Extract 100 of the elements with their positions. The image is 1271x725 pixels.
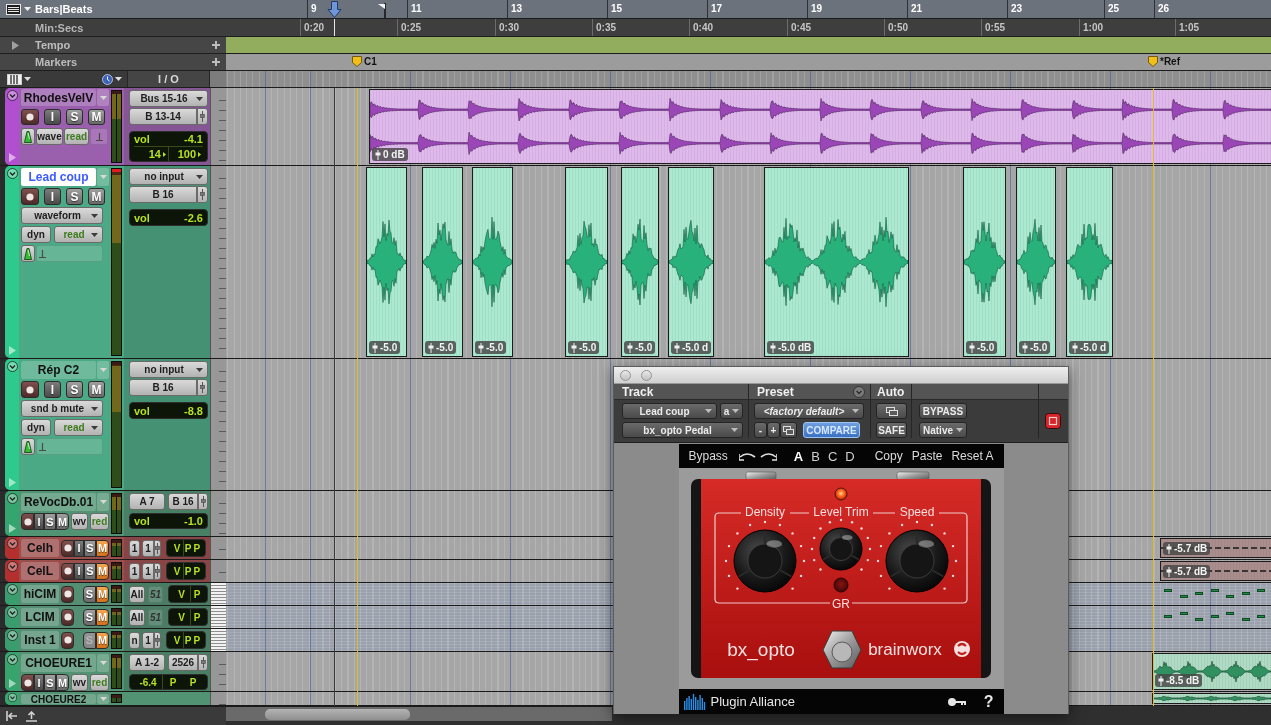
- chevron-circle-icon[interactable]: [6, 168, 18, 179]
- safe-button[interactable]: SAFE: [876, 422, 907, 438]
- mute-button[interactable]: M: [56, 674, 69, 691]
- input-dropdown[interactable]: no input: [129, 361, 208, 378]
- record-button[interactable]: [21, 674, 34, 691]
- audio-clip[interactable]: -5.0: [621, 167, 659, 357]
- metronome-button[interactable]: [21, 245, 35, 262]
- help-button[interactable]: ?: [983, 692, 994, 711]
- undo-icon[interactable]: [738, 451, 756, 461]
- toolbar-action[interactable]: Copy: [874, 449, 903, 463]
- solo-button[interactable]: S: [84, 562, 96, 580]
- arrow-up-icon[interactable]: [26, 710, 37, 722]
- track-name[interactable]: CHOEURE2: [21, 694, 96, 704]
- clip-gain-button[interactable]: -5.0 d: [671, 341, 712, 354]
- record-button[interactable]: [61, 539, 74, 557]
- clip-gain-button[interactable]: -5.7 dB: [1163, 542, 1211, 555]
- preset-menu-button[interactable]: Preset: [757, 384, 865, 399]
- audio-clip[interactable]: -5.0: [366, 167, 407, 357]
- audio-clip[interactable]: 0 dB: [369, 89, 1271, 164]
- record-button[interactable]: [61, 631, 74, 649]
- mute-button[interactable]: M: [88, 109, 105, 125]
- audio-clip[interactable]: -5.0 d: [1066, 167, 1113, 357]
- track-name[interactable]: CHOEURE1: [21, 654, 96, 672]
- knob[interactable]: [876, 520, 957, 593]
- input-dropdown[interactable]: Bus 15-16: [129, 90, 208, 107]
- solo-button[interactable]: S: [44, 513, 56, 530]
- mute-button[interactable]: M: [88, 381, 105, 398]
- solo-button[interactable]: S: [44, 674, 56, 691]
- output-button[interactable]: B 16: [129, 186, 197, 203]
- output-button[interactable]: 51: [148, 585, 163, 603]
- marker-label[interactable]: *Ref: [1160, 56, 1180, 67]
- audio-clip[interactable]: -5.0: [472, 167, 513, 357]
- chevron-circle-icon[interactable]: [6, 630, 18, 641]
- dyn-button[interactable]: dyn: [21, 226, 51, 243]
- audio-clip[interactable]: -5.0: [1016, 167, 1056, 357]
- fader-button[interactable]: [197, 108, 208, 125]
- scrollbar[interactable]: [226, 706, 612, 721]
- clip-gain-button[interactable]: -5.0 d: [1069, 341, 1110, 354]
- knob[interactable]: [724, 520, 805, 593]
- input-button[interactable]: All: [129, 608, 145, 626]
- clip-gain-button[interactable]: -5.7 dB: [1163, 565, 1211, 578]
- input-button[interactable]: 1: [129, 562, 140, 580]
- solo-button[interactable]: S: [66, 109, 83, 125]
- clip-gain-button[interactable]: 0 dB: [372, 148, 408, 161]
- fader-button[interactable]: [154, 562, 161, 580]
- output-button[interactable]: 51: [148, 608, 163, 626]
- track-name[interactable]: CelL: [21, 562, 59, 580]
- output-button[interactable]: B 16: [168, 493, 198, 510]
- audio-clip[interactable]: -5.0: [565, 167, 608, 357]
- input-button[interactable]: n: [129, 631, 140, 649]
- footswitch[interactable]: [822, 630, 861, 669]
- preset-slot-tab[interactable]: B: [811, 448, 820, 464]
- marker-label[interactable]: C1: [364, 56, 377, 67]
- record-button[interactable]: [21, 513, 34, 530]
- fader-button[interactable]: [197, 186, 208, 203]
- output-button[interactable]: 1: [142, 562, 154, 580]
- chevron-circle-icon[interactable]: [6, 584, 18, 595]
- fader-button[interactable]: [198, 654, 208, 671]
- record-button[interactable]: [61, 608, 74, 626]
- clip-gain-button[interactable]: -5.0: [1019, 341, 1051, 354]
- chevron-circle-icon[interactable]: [6, 493, 18, 504]
- target-icon[interactable]: [1045, 412, 1061, 429]
- fader-button[interactable]: [198, 493, 208, 510]
- input-monitor-button[interactable]: I: [44, 109, 61, 125]
- automation-button[interactable]: red: [90, 513, 109, 530]
- record-button[interactable]: [21, 381, 39, 398]
- mute-button[interactable]: M: [56, 513, 69, 530]
- marker-icon[interactable]: [352, 56, 362, 67]
- insert-slot-dropdown[interactable]: a: [720, 403, 743, 419]
- audio-clip[interactable]: -5.0: [422, 167, 463, 357]
- playhead-icon[interactable]: [327, 1, 342, 18]
- chevron-circle-icon[interactable]: [6, 561, 18, 572]
- track-name[interactable]: Celh: [21, 539, 59, 557]
- automation-dropdown[interactable]: read: [54, 419, 103, 436]
- automation-dropdown[interactable]: read: [54, 226, 103, 243]
- toolbar-action[interactable]: Reset A: [951, 449, 994, 463]
- preset-slot-tab[interactable]: C: [827, 448, 838, 464]
- output-button[interactable]: B 16: [129, 379, 197, 396]
- solo-button[interactable]: S: [66, 188, 83, 205]
- metronome-button[interactable]: [21, 438, 35, 455]
- audio-clip[interactable]: -5.0 dB: [764, 167, 909, 357]
- columns-icon[interactable]: [7, 73, 22, 85]
- next-preset-button[interactable]: +: [767, 422, 780, 438]
- solo-button[interactable]: S: [83, 585, 96, 603]
- input-dropdown[interactable]: no input: [129, 168, 208, 185]
- bypass-link[interactable]: Bypass: [688, 449, 728, 463]
- track-name[interactable]: hiCIM: [21, 585, 59, 603]
- input-monitor-button[interactable]: I: [44, 188, 61, 205]
- fader-button[interactable]: [154, 631, 161, 649]
- record-button[interactable]: [61, 562, 74, 580]
- mode-dropdown[interactable]: Native: [919, 422, 967, 438]
- baseline-button[interactable]: [90, 128, 108, 145]
- add-icon[interactable]: [212, 41, 220, 49]
- insert-dropdown[interactable]: bx_opto Pedal: [622, 422, 743, 438]
- record-button[interactable]: [61, 585, 74, 603]
- view-button[interactable]: wv: [71, 513, 88, 530]
- output-button[interactable]: 1: [142, 631, 154, 649]
- preset-slot-tab[interactable]: D: [845, 448, 855, 464]
- key-icon[interactable]: [946, 696, 967, 707]
- redo-icon[interactable]: [759, 451, 777, 461]
